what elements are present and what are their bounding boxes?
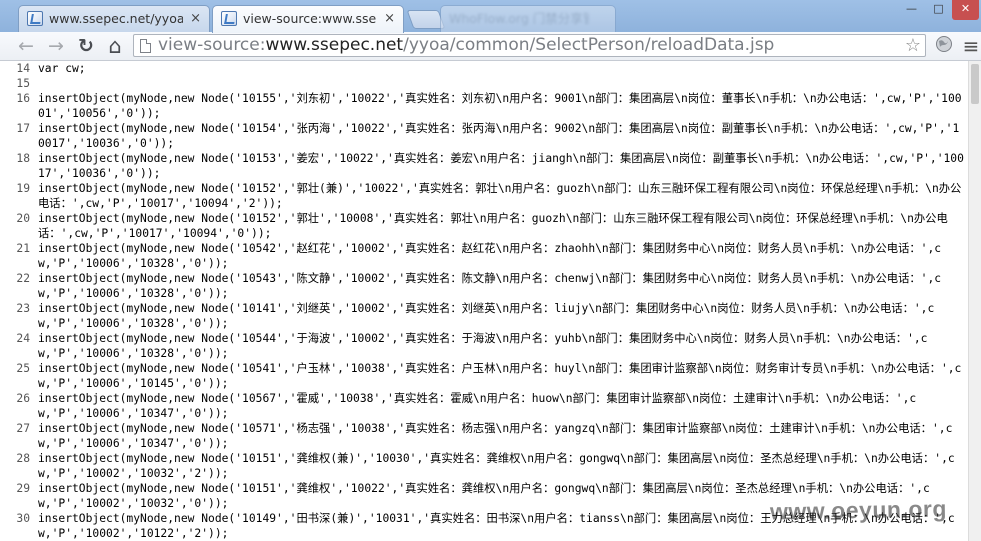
watermark: www.oeyun.org — [769, 495, 948, 525]
source-line: 20 insertObject(myNode,new Node('10152','… — [0, 211, 968, 241]
line-code: insertObject(myNode,new Node('10152','郭壮… — [38, 212, 948, 240]
line-code: insertObject(myNode,new Node('10154','张丙… — [38, 122, 960, 150]
globe-icon[interactable] — [933, 35, 955, 57]
url-host: www.ssepec.net — [265, 35, 404, 55]
line-code: insertObject(myNode,new Node('10153','姜宏… — [38, 152, 964, 180]
globe-icon-svg — [936, 36, 952, 52]
line-code: insertObject(myNode,new Node('10155','刘东… — [38, 92, 962, 120]
source-line: 22 insertObject(myNode,new Node('10543','… — [0, 271, 968, 301]
line-code: insertObject(myNode,new Node('10543','陈文… — [38, 272, 942, 300]
hamburger-icon[interactable]: ≡ — [960, 35, 981, 57]
line-number: 30 — [16, 512, 30, 525]
close-icon[interactable]: × — [190, 7, 201, 31]
line-code: insertObject(myNode,new Node('10571','杨志… — [38, 422, 953, 450]
source-line: 23 insertObject(myNode,new Node('10141','… — [0, 301, 968, 331]
source-line: 15 — [0, 76, 968, 91]
source-view: 14 var cw; 15 16 insertObject(myNode,new Nod… — [0, 61, 981, 541]
address-bar[interactable]: view-source:www.ssepec.net/yyoa/common/S… — [133, 34, 926, 57]
url-prefix: view-source: — [158, 35, 266, 55]
source-line: 19 insertObject(myNode,new Node('10152','… — [0, 181, 968, 211]
url-text[interactable]: view-source:www.ssepec.net/yyoa/common/S… — [158, 35, 774, 56]
line-code: insertObject(myNode,new Node('10151','龚维… — [38, 452, 955, 480]
source-lines: 14 var cw; 15 16 insertObject(myNode,new Nod… — [0, 61, 968, 541]
tab-title: www.ssepec.net/yyoa/c — [49, 11, 183, 26]
line-number: 21 — [16, 242, 30, 255]
tab-blurred[interactable]: WhoFlow.org 门禁分享管理 — [440, 5, 616, 32]
page-icon — [140, 39, 151, 53]
line-number: 17 — [16, 122, 30, 135]
window-close-button[interactable]: ✕ — [952, 0, 979, 20]
reload-button[interactable]: ↻ — [75, 35, 97, 57]
maximize-button[interactable]: □ — [925, 0, 952, 20]
line-number: 19 — [16, 182, 30, 195]
source-line: 16 insertObject(myNode,new Node('10155','… — [0, 91, 968, 121]
line-code: insertObject(myNode,new Node('10152','郭壮… — [38, 182, 962, 210]
tab-title: view-source:www.ssepe — [243, 11, 377, 26]
line-number: 18 — [16, 152, 30, 165]
tab-ssepec[interactable]: www.ssepec.net/yyoa/c × — [18, 5, 210, 32]
bookmark-star-icon[interactable]: ☆ — [905, 35, 921, 56]
line-number: 25 — [16, 362, 30, 375]
line-number: 23 — [16, 302, 30, 315]
forward-button[interactable]: → — [45, 35, 67, 57]
line-number: 14 — [16, 62, 30, 75]
line-number: 28 — [16, 452, 30, 465]
source-line: 26 insertObject(myNode,new Node('10567','… — [0, 391, 968, 421]
source-line: 18 insertObject(myNode,new Node('10153','… — [0, 151, 968, 181]
source-line: 17 insertObject(myNode,new Node('10154','… — [0, 121, 968, 151]
source-line: 14 var cw; — [0, 61, 968, 76]
line-number: 29 — [16, 482, 30, 495]
line-code: insertObject(myNode,new Node('10541','户玉… — [38, 362, 962, 390]
tab-strip: www.ssepec.net/yyoa/c × view-source:www.… — [0, 0, 981, 33]
tab-view-source[interactable]: view-source:www.ssepe × — [212, 5, 404, 33]
home-button[interactable]: ⌂ — [104, 35, 126, 57]
line-number: 24 — [16, 332, 30, 345]
back-button[interactable]: ← — [15, 35, 37, 57]
minimize-button[interactable]: — — [898, 0, 925, 20]
line-code: insertObject(myNode,new Node('10567','霍威… — [38, 392, 917, 420]
source-line: 28 insertObject(myNode,new Node('10151','… — [0, 451, 968, 481]
line-number: 16 — [16, 92, 30, 105]
line-code: var cw; — [38, 62, 86, 75]
vertical-scrollbar[interactable] — [968, 61, 981, 541]
line-code: insertObject(myNode,new Node('10141','刘继… — [38, 302, 935, 330]
page-icon — [221, 11, 237, 26]
close-icon[interactable]: × — [384, 7, 395, 31]
line-number: 27 — [16, 422, 30, 435]
line-number: 15 — [16, 77, 30, 90]
url-path: /yyoa/common/SelectPerson/reloadData.jsp — [403, 35, 775, 55]
page-icon — [27, 11, 43, 26]
line-number: 20 — [16, 212, 30, 225]
line-number: 22 — [16, 272, 30, 285]
scrollbar-thumb[interactable] — [971, 64, 979, 104]
toolbar: ← → ↻ ⌂ view-source:www.ssepec.net/yyoa/… — [0, 32, 981, 61]
tab-title: WhoFlow.org 门禁分享管理 — [449, 11, 589, 26]
source-line: 24 insertObject(myNode,new Node('10544','… — [0, 331, 968, 361]
line-code: insertObject(myNode,new Node('10542','赵红… — [38, 242, 942, 270]
line-code: insertObject(myNode,new Node('10544','于海… — [38, 332, 928, 360]
line-number: 26 — [16, 392, 30, 405]
source-line: 21 insertObject(myNode,new Node('10542','… — [0, 241, 968, 271]
source-line: 27 insertObject(myNode,new Node('10571','… — [0, 421, 968, 451]
source-line: 25 insertObject(myNode,new Node('10541','… — [0, 361, 968, 391]
